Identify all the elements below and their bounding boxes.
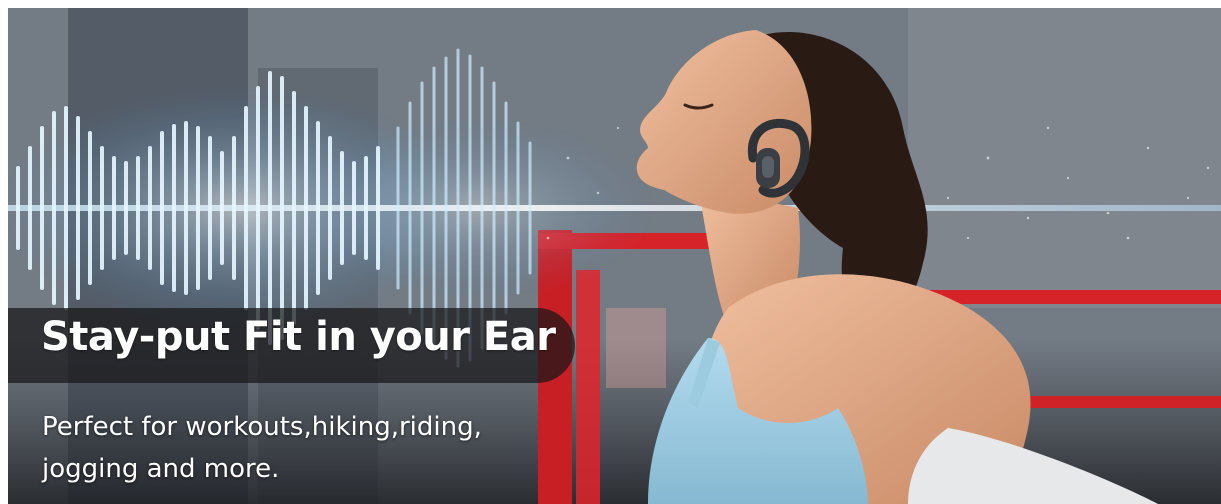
hero-banner: Stay-put Fit in your Ear Perfect for wor… [8,8,1221,504]
banner-headline: Stay-put Fit in your Ear [41,314,556,360]
banner-subtext: Perfect for workouts,hiking,riding, jogg… [42,412,482,484]
